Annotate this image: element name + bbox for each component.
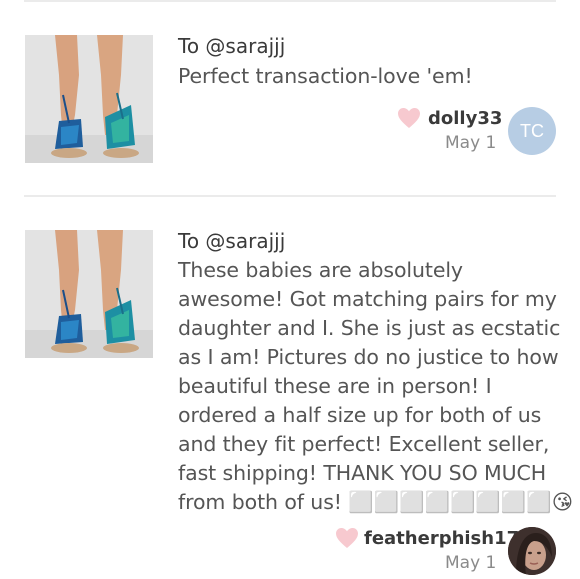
listing-thumbnail[interactable] [25,35,153,163]
sandals-photo [25,35,153,163]
comment-line: These babies are absolutely [178,258,463,282]
recipient-mention[interactable]: @sarajjj [205,229,285,253]
user-photo [508,527,556,575]
comment-text: These babies are absolutely awesome! Got… [178,256,573,517]
divider [24,0,556,2]
comment-date: May 1 [445,133,497,153]
heart-icon[interactable] [397,107,421,129]
commenter-username[interactable]: featherphish17 [364,528,519,550]
comment-line: daughter and I. She is just as ecstatic [178,316,561,340]
to-prefix: To [178,34,206,58]
comment-text: Perfect transaction-love 'em! [178,64,473,88]
recipient-line: To @sarajjj [178,229,285,253]
avatar[interactable] [508,527,556,575]
comment-line: awesome! Got matching pairs for my [178,287,557,311]
comment-line: as I am! Pictures do no justice to how [178,345,559,369]
commenter-username[interactable]: dolly33 [428,108,502,130]
comment-line: and they fit perfect! Excellent seller, [178,432,550,456]
divider [24,195,556,197]
recipient-mention[interactable]: @sarajjj [205,34,285,58]
comment-date: May 1 [445,553,497,573]
sandals-photo [25,230,153,358]
comments-page: To @sarajjj Perfect transaction-love 'em… [0,0,580,579]
to-prefix: To [178,229,206,253]
comment-line: from both of us! ⬜⬜⬜⬜⬜⬜⬜⬜😘 [178,490,573,514]
avatar[interactable]: TC [508,107,556,155]
comment-line: ordered a half size up for both of us [178,403,542,427]
listing-thumbnail[interactable] [25,230,153,358]
comment-line: fast shipping! THANK YOU SO MUCH [178,461,547,485]
comment-line: beautiful these are in person! I [178,374,492,398]
recipient-line: To @sarajjj [178,34,285,58]
heart-icon[interactable] [335,527,359,549]
